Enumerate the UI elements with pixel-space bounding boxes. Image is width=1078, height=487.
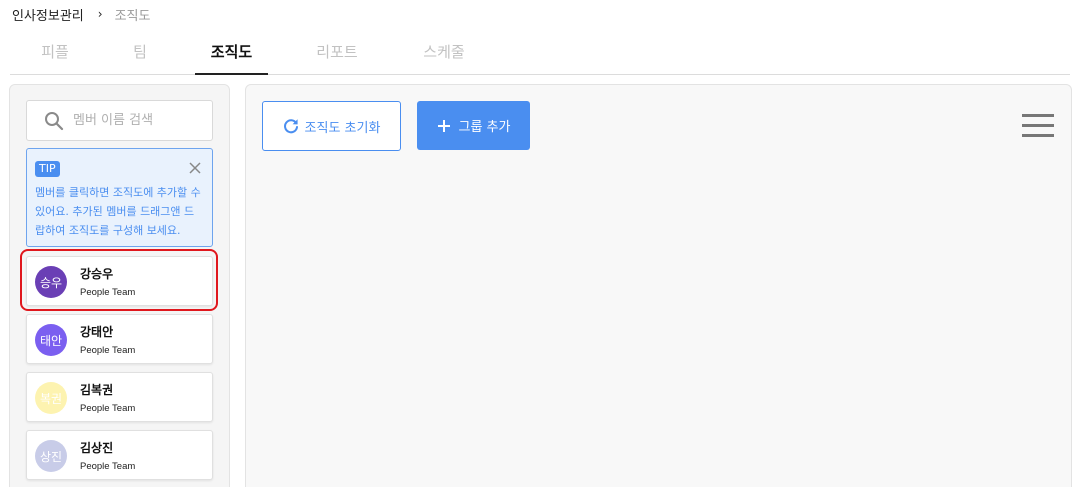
refresh-icon — [283, 119, 298, 134]
add-group-button[interactable]: 그룹 추가 — [417, 101, 530, 150]
tab-bar: 피플 팀 조직도 리포트 스케줄 — [10, 28, 1070, 75]
avatar: 태안 — [35, 324, 67, 356]
close-icon[interactable] — [188, 161, 202, 175]
avatar: 상진 — [35, 440, 67, 472]
member-panel: TIP 멤버를 클릭하면 조직도에 추가할 수 있어요. 추가된 멤버를 드래그… — [9, 84, 230, 487]
search-icon — [45, 111, 64, 130]
tab-report[interactable]: 리포트 — [293, 28, 381, 74]
org-chart-canvas: 조직도 초기화 그룹 추가 — [245, 84, 1072, 487]
reset-org-chart-button[interactable]: 조직도 초기화 — [262, 101, 401, 151]
breadcrumb: 인사정보관리 › 조직도 — [12, 5, 151, 24]
tab-people[interactable]: 피플 — [26, 28, 84, 74]
member-name: 강승우 — [80, 267, 114, 281]
breadcrumb-current: 조직도 — [114, 8, 151, 24]
hamburger-menu-icon[interactable] — [1022, 114, 1054, 138]
reset-label: 조직도 초기화 — [304, 120, 381, 136]
search-box[interactable] — [26, 100, 213, 141]
tab-org-chart[interactable]: 조직도 — [195, 28, 268, 75]
search-input[interactable] — [73, 113, 203, 128]
member-card[interactable]: 복권 김복권 People Team — [26, 372, 213, 422]
tab-schedule[interactable]: 스케줄 — [401, 28, 487, 74]
avatar: 복권 — [35, 382, 67, 414]
member-team: People Team — [80, 345, 136, 356]
member-name: 김상진 — [80, 441, 114, 455]
tip-box: TIP 멤버를 클릭하면 조직도에 추가할 수 있어요. 추가된 멤버를 드래그… — [26, 148, 213, 247]
plus-icon — [437, 119, 450, 132]
avatar: 승우 — [35, 266, 67, 298]
tab-team[interactable]: 팀 — [111, 28, 169, 74]
tip-badge: TIP — [35, 161, 60, 177]
member-name: 김복권 — [80, 383, 114, 397]
member-card[interactable]: 태안 강태안 People Team — [26, 314, 213, 364]
member-team: People Team — [80, 403, 136, 414]
member-team: People Team — [80, 461, 136, 472]
member-card[interactable]: 승우 강승우 People Team — [26, 256, 213, 306]
member-name: 강태안 — [80, 325, 114, 339]
member-team: People Team — [80, 287, 136, 298]
tip-text: 멤버를 클릭하면 조직도에 추가할 수 있어요. 추가된 멤버를 드래그앤 드랍… — [35, 186, 201, 237]
breadcrumb-separator-icon: › — [97, 7, 103, 21]
member-card[interactable]: 상진 김상진 People Team — [26, 430, 213, 480]
add-group-label: 그룹 추가 — [458, 120, 511, 135]
breadcrumb-root[interactable]: 인사정보관리 — [12, 5, 84, 24]
